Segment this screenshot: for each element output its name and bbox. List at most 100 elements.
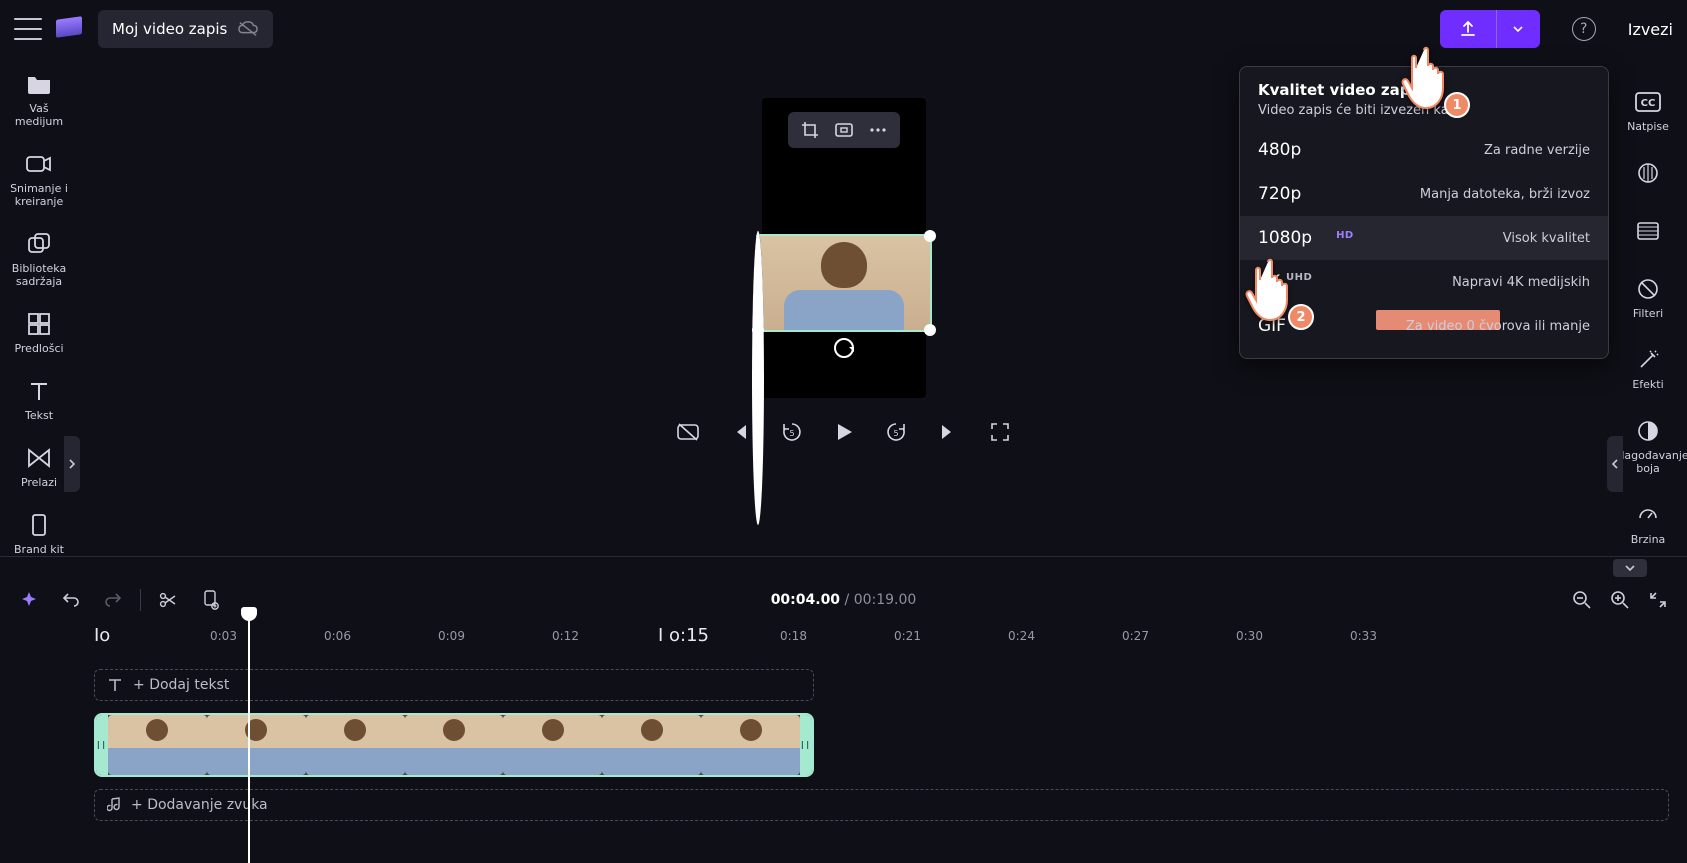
help-button[interactable]: ?	[1572, 17, 1596, 41]
menu-button[interactable]	[14, 18, 42, 40]
clip-thumbnail	[701, 715, 800, 775]
rail-record-create[interactable]: Snimanje i kreiranje	[4, 142, 74, 216]
music-note-icon	[107, 797, 121, 813]
app-logo	[56, 18, 84, 40]
rail-your-media[interactable]: Vaš medijum	[4, 62, 74, 136]
text-track-placeholder[interactable]: + Dodaj tekst	[94, 669, 814, 701]
split-scissors-icon[interactable]	[157, 589, 179, 611]
left-sidebar: Vaš medijum Snimanje i kreiranje Bibliot…	[0, 58, 78, 556]
resize-handle-bl[interactable]	[752, 324, 764, 336]
clip-handle-right[interactable]: II	[800, 715, 812, 775]
rail-filters[interactable]: Filteri	[1613, 265, 1683, 330]
speed-gauge-icon	[1634, 501, 1662, 529]
cloud-sync-off-icon	[237, 20, 259, 38]
resize-handle-tr[interactable]	[924, 230, 936, 242]
rail-audio[interactable]	[1613, 149, 1683, 201]
rail-content-library[interactable]: Biblioteka sadržaja	[4, 222, 74, 296]
export-button[interactable]	[1440, 10, 1540, 48]
project-title[interactable]: Moj video zapis	[98, 10, 273, 48]
timeline-playhead[interactable]	[248, 613, 250, 863]
filters-icon	[1634, 275, 1662, 303]
text-icon	[25, 377, 53, 405]
right-sidebar: CC Natpise Filteri Efekti Prilagođavanje…	[1609, 58, 1687, 556]
resize-handle-br[interactable]	[924, 324, 936, 336]
camera-icon	[25, 150, 53, 178]
svg-text:5: 5	[789, 429, 794, 438]
rail-templates[interactable]: Predlošci	[4, 302, 74, 363]
brandkit-icon	[25, 511, 53, 539]
cc-icon: CC	[1634, 88, 1662, 116]
ruler-bigtick-start: Io	[94, 625, 110, 646]
zoom-fit-icon[interactable]	[1647, 589, 1669, 611]
export-quality-dropdown: Kvalitet video zapisa Video zapis će bit…	[1239, 66, 1609, 359]
video-track-clip[interactable]: II II	[94, 713, 814, 777]
export-label[interactable]: Izvezi	[1628, 20, 1673, 39]
rail-captions[interactable]: CC Natpise	[1613, 78, 1683, 143]
timeline-tracks: + Dodaj tekst II II + Dodavanje zvuka	[94, 657, 1669, 821]
fade-icon	[1634, 217, 1662, 245]
more-icon[interactable]	[864, 116, 892, 144]
zoom-out-icon[interactable]	[1571, 589, 1593, 611]
forward-5-icon[interactable]: 5	[884, 420, 908, 444]
clip-thumbnail	[602, 715, 701, 775]
svg-text:5: 5	[893, 429, 898, 438]
preview-off-icon[interactable]	[676, 420, 700, 444]
clip-toolbar	[788, 112, 900, 148]
effects-wand-icon	[1634, 346, 1662, 374]
rail-text[interactable]: Tekst	[4, 369, 74, 430]
fit-icon[interactable]	[830, 116, 858, 144]
reset-rotation-icon[interactable]	[834, 338, 854, 358]
quality-option-4k[interactable]: 4KUHDNapravi 4K medijskih	[1240, 260, 1608, 304]
timeline-ruler[interactable]: Io 0:03 0:06 0:09 0:12 I o:15 0:18 0:21 …	[94, 621, 1669, 657]
playback-controls: 5 5	[676, 420, 1012, 444]
export-dd-subtitle: Video zapis će biti izvezen kao	[1258, 103, 1590, 118]
svg-text:CC: CC	[1641, 98, 1656, 109]
skip-forward-icon[interactable]	[936, 420, 960, 444]
quality-option-720p[interactable]: 720pManja datoteka, brži izvoz	[1240, 172, 1608, 216]
audio-track-placeholder[interactable]: + Dodavanje zvuka	[94, 789, 1669, 821]
quality-option-480p[interactable]: 480pZa radne verzije	[1240, 128, 1608, 172]
quality-option-1080p[interactable]: 1080pHDVisok kvalitet	[1240, 216, 1608, 260]
export-dropdown-toggle[interactable]	[1496, 10, 1540, 48]
timeline-panel: 00:04.00 / 00:19.00 Io 0:03 0:06 0:09 0:…	[0, 556, 1687, 851]
contrast-icon	[1634, 417, 1662, 445]
templates-icon	[25, 310, 53, 338]
export-dd-title: Kvalitet video zapisa	[1258, 81, 1590, 99]
right-rail-expand[interactable]	[1607, 436, 1623, 492]
clip-thumbnail	[207, 715, 306, 775]
resize-handle-tl[interactable]	[752, 230, 764, 525]
timeline-collapse-button[interactable]	[1613, 559, 1647, 577]
undo-icon[interactable]	[60, 589, 82, 611]
app-header: Moj video zapis ? Izvezi	[0, 0, 1687, 58]
fullscreen-icon[interactable]	[988, 420, 1012, 444]
clip-handle-left[interactable]: II	[96, 715, 108, 775]
zoom-in-icon[interactable]	[1609, 589, 1631, 611]
clip-thumbnail	[108, 715, 207, 775]
timeline-time: 00:04.00 / 00:19.00	[771, 592, 917, 608]
rail-effects[interactable]: Efekti	[1613, 336, 1683, 401]
library-icon	[25, 230, 53, 258]
copy-clip-icon[interactable]	[199, 589, 221, 611]
skip-back-icon[interactable]	[728, 420, 752, 444]
quality-option-gif[interactable]: GIFZa video 0 čvorova ili manje	[1240, 304, 1608, 348]
crop-icon[interactable]	[796, 116, 824, 144]
rail-speed[interactable]: Brzina	[1613, 491, 1683, 556]
export-upload-icon[interactable]	[1440, 10, 1496, 48]
clip-thumbnail	[405, 715, 504, 775]
preview-canvas[interactable]	[762, 98, 926, 398]
rail-brand-kit[interactable]: Brand kit	[4, 503, 74, 564]
ai-sparkle-icon[interactable]	[18, 589, 40, 611]
rail-color-adjust[interactable]: Prilagođavanje boja	[1613, 407, 1683, 485]
project-title-text: Moj video zapis	[112, 20, 227, 38]
redo-icon[interactable]	[102, 589, 124, 611]
ruler-bigtick-mid: I o:15	[658, 625, 709, 646]
selected-clip[interactable]	[756, 234, 932, 332]
play-icon[interactable]	[832, 420, 856, 444]
rail-fade[interactable]	[1613, 207, 1683, 259]
folder-icon	[25, 70, 53, 98]
preview-stage: 5 5 M ka Kvalitet video zapisa Video zap…	[78, 58, 1609, 556]
rewind-5-icon[interactable]: 5	[780, 420, 804, 444]
transitions-icon	[25, 444, 53, 472]
clip-thumbnail	[306, 715, 405, 775]
text-icon	[107, 677, 123, 693]
